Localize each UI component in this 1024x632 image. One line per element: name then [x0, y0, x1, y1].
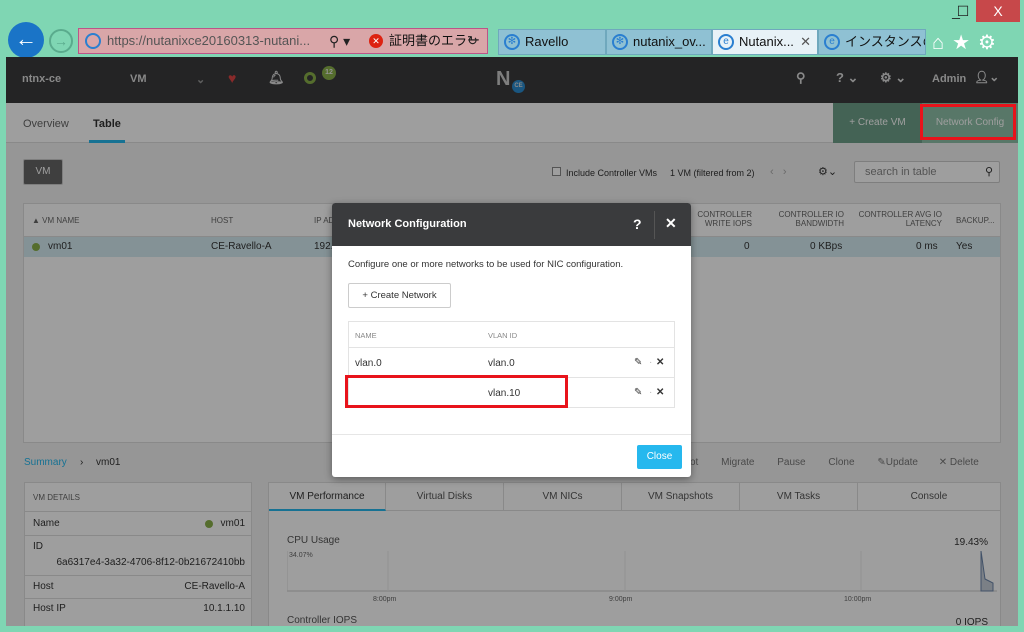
tab-ravello[interactable]: ✻ Ravello: [498, 29, 606, 55]
ie-icon: e: [824, 34, 840, 50]
gear-icon[interactable]: ⚙: [978, 32, 1004, 54]
address-bar[interactable]: https://nutanixce20160313-nutani... ⚲ ▾ …: [78, 28, 488, 54]
close-button[interactable]: Close: [637, 445, 682, 469]
tab-label: Nutanix...: [739, 34, 794, 49]
network-configuration-dialog: Network Configuration ? ✕ Configure one …: [332, 203, 691, 477]
close-tab-icon[interactable]: ✕: [800, 30, 811, 54]
edit-icon[interactable]: ✎: [634, 387, 642, 398]
dialog-description: Configure one or more networks to be use…: [348, 259, 624, 270]
dialog-header: Network Configuration ? ✕: [332, 203, 691, 246]
error-icon: ✕: [369, 34, 383, 48]
network-vlan: vlan.0: [488, 358, 515, 369]
pinwheel-icon: ✻: [504, 34, 520, 50]
tab-label: Ravello: [525, 34, 569, 49]
tab-label: インスタンスの...: [845, 34, 925, 49]
close-icon[interactable]: ✕: [665, 215, 677, 232]
forward-button[interactable]: →: [49, 29, 73, 53]
back-button[interactable]: ←: [8, 22, 44, 58]
pinwheel-icon: ✻: [612, 34, 628, 50]
url-text: https://nutanixce20160313-nutani...: [107, 33, 311, 48]
tab-label: nutanix_ov...: [633, 34, 706, 49]
tab-nutanix-active[interactable]: e Nutanix... ✕: [712, 29, 818, 55]
close-window-button[interactable]: X: [976, 0, 1020, 22]
favorites-icon[interactable]: ★: [952, 32, 978, 54]
network-name: vlan.0: [355, 358, 382, 369]
col-name: NAME: [355, 331, 377, 340]
highlight-network-config: [920, 104, 1016, 140]
help-icon[interactable]: ?: [633, 216, 642, 232]
create-network-button[interactable]: + Create Network: [348, 283, 451, 308]
ie-icon: [85, 33, 101, 49]
edit-icon[interactable]: ✎: [634, 357, 642, 368]
ie-icon: e: [718, 34, 734, 50]
delete-icon[interactable]: ✕: [656, 357, 664, 368]
refresh-icon[interactable]: ↻: [467, 29, 478, 53]
highlight-vlan10-name: [345, 375, 568, 408]
tab-nutanix-ov[interactable]: ✻ nutanix_ov...: [606, 29, 712, 55]
network-row[interactable]: vlan.0 vlan.0 ✎ · ✕: [348, 347, 675, 378]
home-icon[interactable]: ⌂: [932, 32, 952, 54]
browser-tools: ⌂★⚙: [932, 30, 1004, 55]
network-table-header: NAME VLAN ID: [348, 321, 675, 348]
delete-icon[interactable]: ✕: [656, 387, 664, 398]
tab-instances[interactable]: e インスタンスの...: [818, 29, 926, 55]
dialog-title: Network Configuration: [348, 218, 467, 230]
search-icon[interactable]: ⚲ ▾: [329, 29, 350, 53]
maximize-button[interactable]: ☐: [952, 0, 974, 22]
col-vlan-id: VLAN ID: [488, 331, 518, 340]
